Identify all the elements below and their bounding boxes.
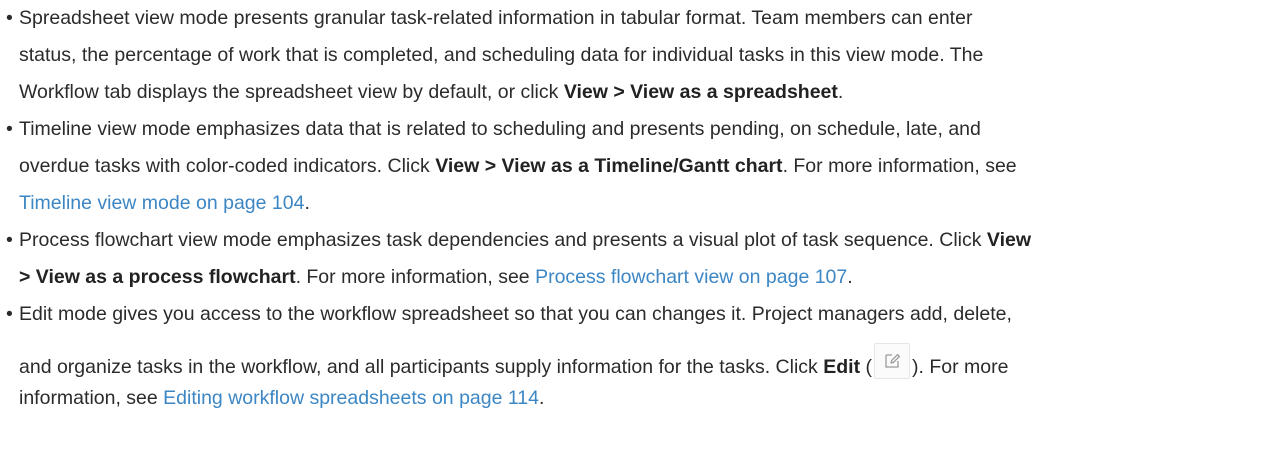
menu-path-text: View > View as a spreadsheet [563,81,838,103]
body-text: ( [860,356,872,378]
text-line: overdue tasks with color-coded indicator… [19,148,1017,185]
text-line: Timeline view mode emphasizes data that … [19,111,981,148]
menu-path-text: > View as a process flowchart [19,266,296,288]
text-line: > View as a process flowchart. For more … [19,259,853,296]
text-line: Spreadsheet view mode presents granular … [19,0,972,37]
body-text: . [837,81,844,103]
bullet-marker: • [6,229,13,251]
body-text: Workflow tab displays the spreadsheet vi… [19,81,564,103]
bullet-marker: • [6,118,13,140]
text-line: Timeline view mode on page 104. [19,185,310,222]
body-text: Edit mode gives you access to the workfl… [19,303,1012,325]
body-text: overdue tasks with color-coded indicator… [19,155,436,177]
text-line: Workflow tab displays the spreadsheet vi… [19,74,843,111]
body-text: Process flowchart view mode emphasizes t… [19,229,987,251]
body-text: information, see [19,387,164,409]
process-flowchart-link[interactable]: Process flowchart view on page 107 [535,266,847,288]
body-text: ). For more [912,356,1009,378]
body-text: . For more information, see [295,266,536,288]
timeline-view-link[interactable]: Timeline view mode on page 104 [19,192,304,214]
menu-path-text: View [986,229,1032,251]
text-line: Edit mode gives you access to the workfl… [19,296,1012,333]
editing-workflow-spreadsheets-link[interactable]: Editing workflow spreadsheets on page 11… [163,387,539,409]
body-text: . [847,266,853,288]
bullet-marker: • [6,303,13,325]
body-text: Spreadsheet view mode presents granular … [19,7,973,29]
body-text: . [538,387,545,409]
body-text: Timeline view mode emphasizes data that … [19,118,981,140]
edit-label-text: Edit [823,356,861,378]
document-page: • Spreadsheet view mode presents granula… [0,0,1282,465]
bullet-marker: • [6,7,13,29]
text-line: information, see Editing workflow spread… [19,380,544,417]
body-text: status, the percentage of work that is c… [19,44,984,66]
edit-pencil-icon [874,343,910,379]
text-line: Process flowchart view mode emphasizes t… [19,222,1031,259]
text-line: status, the percentage of work that is c… [19,37,983,74]
body-text: . For more information, see [782,155,1017,177]
menu-path-text: View > View as a Timeline/Gantt chart [435,155,783,177]
body-text: and organize tasks in the workflow, and … [19,356,824,378]
body-text: . [304,192,310,214]
